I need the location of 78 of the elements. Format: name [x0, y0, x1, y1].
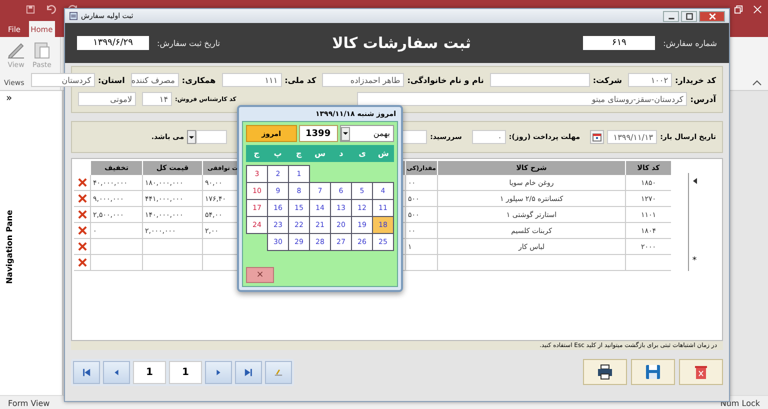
year-field[interactable]: 1399	[298, 125, 338, 142]
field-label: کد ملی:	[284, 76, 316, 84]
new-row-marker: *	[692, 256, 697, 266]
field-label: شماره سفارش:	[663, 38, 717, 48]
close-button[interactable]: ×	[246, 267, 274, 283]
last-icon	[244, 368, 253, 377]
record-count: 1	[169, 361, 202, 384]
field-label: استان:	[98, 76, 125, 84]
text-field[interactable]: لاموتی	[78, 92, 136, 106]
printer-icon	[597, 364, 613, 380]
maximize-button[interactable]	[681, 10, 697, 22]
form-icon	[69, 12, 78, 20]
text-field[interactable]: طاهر احمدزاده	[322, 73, 404, 87]
delete-button[interactable]	[679, 359, 723, 385]
trash-icon	[693, 364, 709, 380]
status-text: Form View	[8, 398, 50, 408]
close-icon	[708, 12, 716, 20]
delete-icon[interactable]	[78, 226, 86, 235]
weekday-label: چ	[294, 148, 303, 160]
close-button[interactable]	[699, 10, 725, 22]
field-label: همکاری:	[182, 76, 216, 84]
collapse-icon[interactable]	[752, 79, 762, 86]
text-field[interactable]: مصرف کننده	[130, 73, 179, 87]
last-record-button[interactable]	[235, 361, 262, 384]
table-cell	[142, 239, 202, 255]
clipboard-icon	[32, 40, 52, 60]
text-field[interactable]: ۶۱۹	[583, 36, 656, 50]
previous-icon	[112, 368, 121, 377]
field-label: نام و نام خانوادگی:	[407, 76, 484, 84]
weekday-label: ش	[376, 148, 390, 160]
new-record-icon	[274, 368, 283, 377]
record-number[interactable]: 1	[133, 361, 166, 384]
weekday-label: ی	[358, 148, 367, 160]
calendar-icon	[592, 132, 602, 142]
table-cell	[405, 255, 437, 271]
pane-title: Navigation Pane	[5, 210, 14, 284]
field-label: کد خریدار:	[675, 76, 716, 84]
text-field[interactable]: کردستان-سقز-روستای میتو	[357, 92, 688, 106]
text-field[interactable]: ۱۰۰۲	[628, 73, 672, 87]
table-cell	[142, 255, 202, 271]
table-cell	[625, 255, 671, 271]
weekday-label: د	[338, 148, 344, 160]
text-field[interactable]: ۱۱۱	[222, 73, 282, 87]
next-icon	[214, 368, 223, 377]
delete-icon[interactable]	[78, 210, 86, 219]
delete-icon[interactable]	[78, 242, 86, 251]
print-button[interactable]	[583, 359, 627, 385]
restore-icon	[734, 4, 743, 14]
field-label: آدرس:	[690, 94, 716, 104]
text-field[interactable]	[490, 73, 590, 87]
caret-icon	[342, 132, 348, 135]
date-field[interactable]: ۱۳۹۹/۶/۲۹	[77, 36, 149, 50]
minimize-button[interactable]	[663, 10, 679, 22]
weekday-label: س	[313, 148, 327, 160]
month-dropdown[interactable]: بهمن	[340, 125, 394, 142]
text-field[interactable]: کردستان	[31, 73, 95, 87]
maximize-icon	[686, 12, 692, 20]
text-field[interactable]: ۰	[472, 130, 506, 144]
first-record-button[interactable]	[73, 361, 100, 384]
form-heading: ثبت سفارشات کالا	[331, 34, 472, 52]
date-field[interactable]: ۱۳۹۹/۱۱/۱۳	[607, 130, 658, 144]
save-button[interactable]	[631, 359, 675, 385]
delete-icon[interactable]	[78, 194, 86, 203]
expand-button[interactable]: »	[0, 91, 18, 106]
weekday-label: پ	[272, 148, 283, 160]
field-label: شرکت:	[592, 76, 622, 84]
delete-icon[interactable]	[78, 258, 86, 267]
floppy-icon	[645, 364, 661, 380]
field-label: تاریخ ثبت سفارش:	[157, 38, 220, 48]
text-field[interactable]: ۱۴	[142, 92, 172, 106]
first-icon	[82, 368, 91, 377]
delete-icon[interactable]	[78, 178, 86, 187]
save-icon	[26, 4, 35, 14]
caret-icon	[189, 136, 194, 138]
undo-icon	[47, 4, 56, 14]
weekday-label: ج	[252, 148, 260, 160]
close-icon	[753, 4, 762, 14]
calendar-button[interactable]	[590, 130, 604, 144]
